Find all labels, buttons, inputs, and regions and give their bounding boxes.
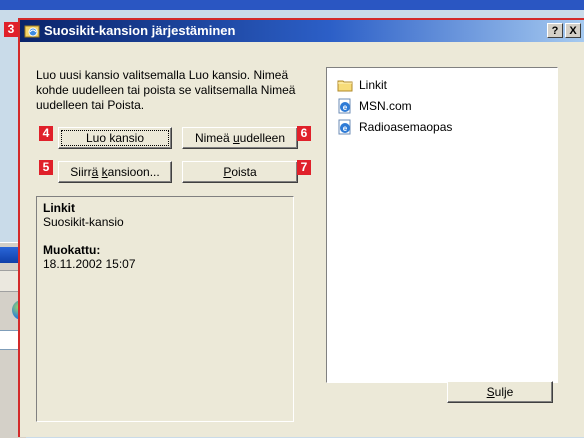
svg-text:e: e <box>343 124 348 133</box>
dialog-title: Suosikit-kansion järjestäminen <box>44 23 236 38</box>
callout-badge-6: 6 <box>297 126 311 141</box>
delete-button[interactable]: Poista <box>182 161 298 183</box>
favorites-folder-icon <box>24 25 40 38</box>
ie-page-icon: e <box>338 119 351 135</box>
info-item-type: Suosikit-kansio <box>43 215 124 229</box>
svg-text:e: e <box>343 103 348 112</box>
move-to-folder-button[interactable]: Siirrä kansioon... <box>58 161 172 183</box>
info-modified-label: Muokattu: <box>43 243 101 257</box>
ie-page-icon: e <box>338 98 351 114</box>
create-folder-button[interactable]: Luo kansio <box>58 127 172 149</box>
callout-badge-3: 3 <box>4 22 18 37</box>
item-info-panel: Linkit Suosikit-kansio Muokattu: 18.11.2… <box>36 196 294 422</box>
close-dialog-button[interactable]: Sulje <box>447 381 553 403</box>
close-dialog-label: Sulje <box>486 385 514 399</box>
callout-badge-7: 7 <box>297 160 311 175</box>
move-to-folder-label: Siirrä kansioon... <box>70 165 160 179</box>
delete-label: Poista <box>223 165 257 179</box>
organize-favorites-dialog: Suosikit-kansion järjestäminen ? X Luo u… <box>18 18 584 437</box>
rename-button[interactable]: Nimeä uudelleen <box>182 127 298 149</box>
info-item-name: Linkit <box>43 201 75 215</box>
background-window-titlebar <box>0 0 584 10</box>
help-button[interactable]: ? <box>547 23 563 38</box>
instructions-text: Luo uusi kansio valitsemalla Luo kansio.… <box>36 68 296 112</box>
rename-label: Nimeä uudelleen <box>194 131 286 145</box>
callout-badge-5: 5 <box>39 160 53 175</box>
callout-badge-4: 4 <box>39 126 53 141</box>
close-button[interactable]: X <box>565 23 581 38</box>
folder-icon <box>337 80 353 92</box>
favorites-list[interactable]: Linkit e MSN.com e Radioasemaopas <box>326 67 558 383</box>
info-modified-value: 18.11.2002 15:07 <box>43 257 136 271</box>
create-folder-label: Luo kansio <box>85 131 145 145</box>
dialog-titlebar[interactable]: Suosikit-kansion järjestäminen ? X <box>20 20 584 42</box>
